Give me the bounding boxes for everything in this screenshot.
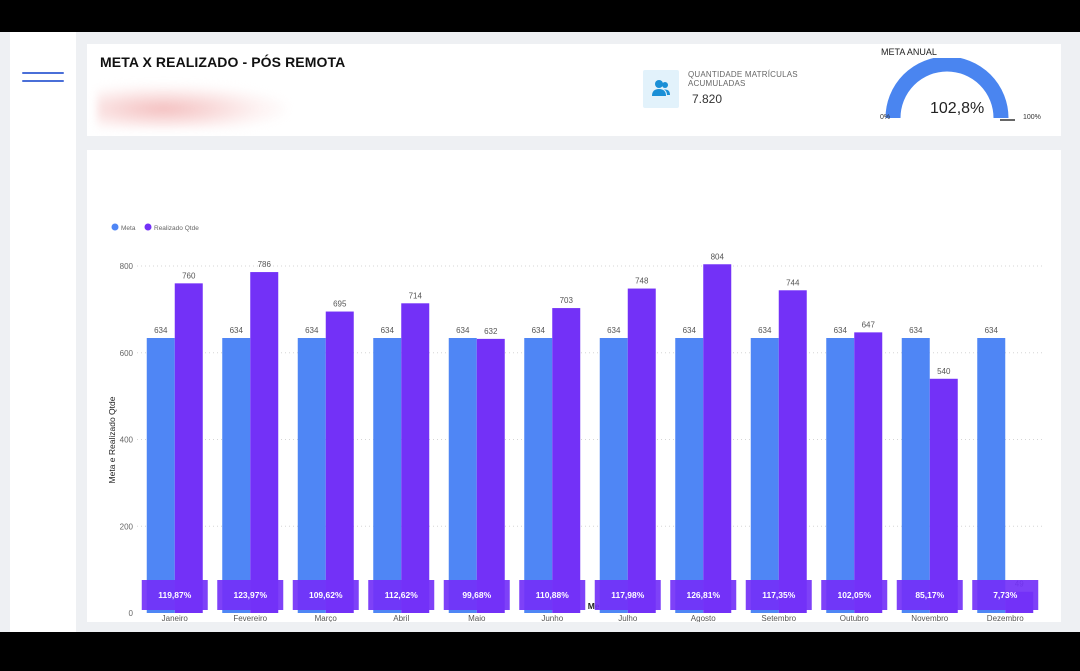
meta-data-label: 634 xyxy=(834,326,848,335)
x-tick-label: Janeiro xyxy=(162,614,189,622)
realizado-bar xyxy=(325,311,354,613)
header-card: META X REALIZADO - PÓS REMOTA QUANTIDADE… xyxy=(87,44,1061,136)
percent-label: 7,73% xyxy=(993,590,1018,600)
percent-label: 119,87% xyxy=(158,590,192,600)
percent-label: 85,17% xyxy=(915,590,944,600)
realizado-bar xyxy=(778,290,807,613)
meta-bar xyxy=(750,338,779,613)
meta-data-label: 634 xyxy=(230,326,244,335)
chart-card: Meta Realizado Qtde 0 200 400 600 800 Meta e Re… xyxy=(87,150,1061,622)
page-title: META X REALIZADO - PÓS REMOTA xyxy=(100,54,346,70)
realizado-data-label: 744 xyxy=(786,278,800,287)
realizado-data-label: 540 xyxy=(937,367,951,376)
meta-bar xyxy=(297,338,326,613)
realizado-bar xyxy=(703,264,732,613)
x-tick-label: Outubro xyxy=(840,614,869,622)
meta-bar xyxy=(977,338,1006,613)
meta-data-label: 634 xyxy=(758,326,772,335)
percent-label: 117,98% xyxy=(611,590,645,600)
realizado-bar xyxy=(627,288,656,613)
percent-label: 99,68% xyxy=(462,590,491,600)
realizado-bar xyxy=(552,308,581,613)
x-tick-label: Julho xyxy=(618,614,638,622)
gauge-max-label: 100% xyxy=(1023,114,1041,121)
meta-bar xyxy=(373,338,402,613)
realizado-data-label: 714 xyxy=(409,291,423,300)
realizado-data-label: 748 xyxy=(635,277,649,286)
realizado-data-label: 632 xyxy=(484,327,498,336)
meta-bar xyxy=(524,338,553,613)
meta-data-label: 634 xyxy=(909,326,923,335)
meta-data-label: 634 xyxy=(985,326,999,335)
side-panel xyxy=(10,32,76,632)
realizado-data-label: 786 xyxy=(258,260,272,269)
realizado-bar xyxy=(929,378,958,613)
meta-data-label: 634 xyxy=(683,326,697,335)
y-tick-label: 600 xyxy=(120,349,134,358)
y-tick-label: 0 xyxy=(129,609,134,618)
percent-label: 117,35% xyxy=(762,590,796,600)
x-tick-label: Agosto xyxy=(691,614,716,622)
percent-label: 110,88% xyxy=(536,590,570,600)
meta-bar xyxy=(222,338,251,613)
realizado-bar xyxy=(174,283,203,613)
percent-label: 126,81% xyxy=(686,590,720,600)
y-tick-label: 800 xyxy=(120,262,134,271)
x-tick-label: Maio xyxy=(468,614,486,622)
realizado-data-label: 695 xyxy=(333,300,347,309)
y-axis-label: Meta e Realizado Qtde xyxy=(107,396,117,483)
realizado-bar xyxy=(401,303,430,613)
percent-label: 109,62% xyxy=(309,590,343,600)
legend-label: Realizado Qtde xyxy=(154,225,199,232)
percent-label: 123,97% xyxy=(233,590,267,600)
realizado-bar xyxy=(476,338,505,613)
meta-data-label: 634 xyxy=(154,326,168,335)
realizado-data-label: 760 xyxy=(182,271,196,280)
meta-bar xyxy=(675,338,704,613)
x-tick-label: Junho xyxy=(541,614,563,622)
meta-bar xyxy=(826,338,855,613)
gauge-value: 102,8% xyxy=(930,100,985,117)
meta-bar xyxy=(146,338,175,613)
meta-data-label: 634 xyxy=(305,326,319,335)
x-tick-label: Novembro xyxy=(911,614,948,622)
y-tick-label: 200 xyxy=(120,522,134,531)
y-tick-label: 400 xyxy=(120,436,134,445)
gauge-title: META ANUAL xyxy=(881,47,937,57)
realizado-data-label: 703 xyxy=(560,296,574,305)
top-letterbox xyxy=(0,0,1080,32)
blurred-logo xyxy=(97,84,287,129)
percent-label: 102,05% xyxy=(837,590,871,600)
meta-bar xyxy=(448,338,477,613)
legend-label: Meta xyxy=(121,225,136,232)
realizado-data-label: 647 xyxy=(862,320,876,329)
kpi-label: QUANTIDADE MATRÍCULAS ACUMULADAS xyxy=(688,70,798,88)
meta-data-label: 634 xyxy=(456,326,470,335)
meta-data-label: 634 xyxy=(607,326,621,335)
meta-bar xyxy=(901,338,930,613)
x-tick-label: Setembro xyxy=(761,614,796,622)
x-tick-label: Abril xyxy=(393,614,409,622)
legend-marker xyxy=(144,223,152,231)
realizado-data-label: 804 xyxy=(711,252,725,261)
meta-data-label: 634 xyxy=(532,326,546,335)
x-tick-label: Março xyxy=(315,614,338,622)
x-tick-label: Fevereiro xyxy=(233,614,267,622)
realizado-bar xyxy=(854,332,883,613)
percent-label: 112,62% xyxy=(385,590,419,600)
clustered-bar-chart: Meta Realizado Qtde 0 200 400 600 800 Meta e Re… xyxy=(107,223,1043,622)
kpi-value: 7.820 xyxy=(692,92,723,106)
legend-marker xyxy=(111,223,119,231)
gauge-min-label: 0% xyxy=(880,114,891,121)
hamburger-icon[interactable] xyxy=(22,72,64,84)
meta-data-label: 634 xyxy=(381,326,395,335)
bottom-letterbox xyxy=(0,632,1080,671)
report-canvas: META X REALIZADO - PÓS REMOTA QUANTIDADE… xyxy=(0,32,1080,632)
realizado-bar xyxy=(250,272,279,613)
x-tick-label: Dezembro xyxy=(987,614,1024,622)
meta-bar xyxy=(599,338,628,613)
people-icon xyxy=(643,70,679,108)
